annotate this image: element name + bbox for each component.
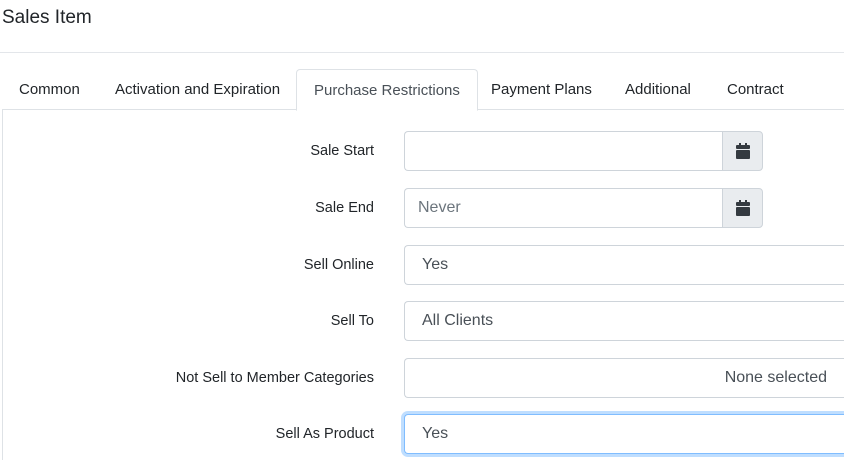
sell-to-select[interactable]: All Clients xyxy=(404,301,844,341)
sell-to-label: Sell To xyxy=(330,313,374,329)
tab-contract[interactable]: Contract xyxy=(710,69,801,110)
sale-start-label: Sale Start xyxy=(310,143,374,159)
not-sell-to-member-categories-label: Not Sell to Member Categories xyxy=(175,370,374,386)
not-sell-to-member-categories-multiselect[interactable]: None selected xyxy=(404,358,844,398)
title-divider xyxy=(0,52,844,53)
sell-online-label: Sell Online xyxy=(303,257,374,273)
sell-as-product-row: Sell As Product Yes xyxy=(3,414,844,454)
tab-payment-plans[interactable]: Payment Plans xyxy=(474,69,609,110)
sell-as-product-label: Sell As Product xyxy=(275,426,374,442)
sale-end-date-group xyxy=(404,188,763,228)
sale-start-row: Sale Start xyxy=(3,131,844,171)
tab-additional[interactable]: Additional xyxy=(608,69,708,110)
sell-online-row: Sell Online Yes xyxy=(3,245,844,285)
calendar-icon xyxy=(735,143,750,159)
calendar-icon xyxy=(735,200,750,216)
tab-activation-and-expiration[interactable]: Activation and Expiration xyxy=(98,69,297,110)
page-title: Sales Item xyxy=(2,7,92,28)
sell-online-select[interactable]: Yes xyxy=(404,245,844,285)
tab-common[interactable]: Common xyxy=(2,69,97,110)
not-sell-to-member-categories-row: Not Sell to Member Categories None selec… xyxy=(3,358,844,398)
sell-to-row: Sell To All Clients xyxy=(3,301,844,341)
tab-bar: Common Activation and Expiration Purchas… xyxy=(2,69,844,111)
tab-purchase-restrictions[interactable]: Purchase Restrictions xyxy=(296,69,478,111)
sale-start-calendar-button[interactable] xyxy=(722,131,763,171)
sale-end-input[interactable] xyxy=(404,188,722,228)
sale-end-label: Sale End xyxy=(315,200,374,216)
sale-end-row: Sale End xyxy=(3,188,844,228)
sale-start-date-group xyxy=(404,131,763,171)
purchase-restrictions-panel: Sale Start Sale End Never Sell Online Ye… xyxy=(2,110,844,460)
sale-end-calendar-button[interactable] xyxy=(722,188,763,228)
sale-start-input[interactable] xyxy=(404,131,722,171)
sell-as-product-select[interactable]: Yes xyxy=(404,414,844,454)
